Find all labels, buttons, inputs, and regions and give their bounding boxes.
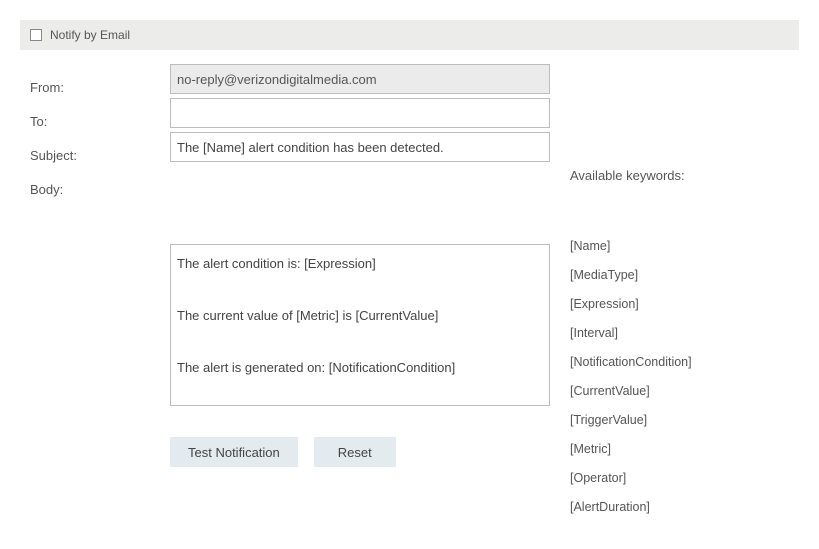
- to-field[interactable]: [170, 98, 550, 128]
- labels-column: From: To: Subject: Body:: [30, 64, 170, 206]
- fields-column: Test Notification Reset: [170, 64, 550, 467]
- test-notification-button[interactable]: Test Notification: [170, 437, 298, 467]
- keyword-item: [Operator]: [570, 471, 692, 486]
- reset-button[interactable]: Reset: [314, 437, 396, 467]
- keyword-item: [Interval]: [570, 326, 692, 341]
- keyword-item: [Expression]: [570, 297, 692, 312]
- keywords-column: Available keywords: [Name] [MediaType] […: [570, 64, 692, 529]
- from-field: [170, 64, 550, 94]
- body-label: Body:: [30, 172, 170, 206]
- keyword-item: [Name]: [570, 239, 692, 254]
- from-label: From:: [30, 70, 170, 104]
- notify-email-header: Notify by Email: [20, 20, 799, 50]
- notify-email-label: Notify by Email: [50, 28, 130, 42]
- body-spacer: [170, 166, 550, 244]
- keywords-title: Available keywords:: [570, 168, 692, 183]
- keyword-item: [MediaType]: [570, 268, 692, 283]
- body-field[interactable]: [170, 244, 550, 406]
- buttons-row: Test Notification Reset: [170, 437, 550, 467]
- keyword-item: [Metric]: [570, 442, 692, 457]
- email-form: From: To: Subject: Body: Test Notificati…: [20, 64, 799, 529]
- subject-field[interactable]: [170, 132, 550, 162]
- subject-label: Subject:: [30, 138, 170, 172]
- notify-email-checkbox[interactable]: [30, 29, 42, 41]
- keyword-item: [TriggerValue]: [570, 413, 692, 428]
- keyword-item: [NotificationCondition]: [570, 355, 692, 370]
- to-label: To:: [30, 104, 170, 138]
- keyword-item: [CurrentValue]: [570, 384, 692, 399]
